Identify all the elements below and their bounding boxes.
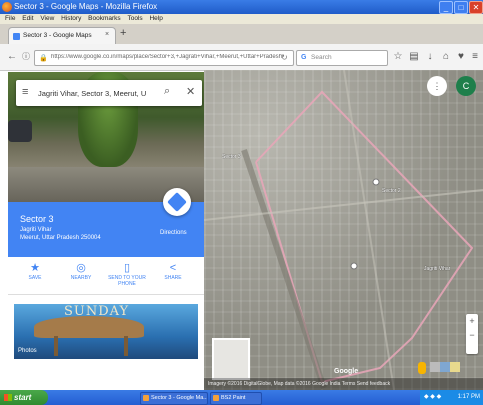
bookmark-star-icon[interactable]: ☆ xyxy=(392,51,404,63)
windows-flag-icon xyxy=(4,394,12,401)
place-name: Sector 3 xyxy=(20,214,54,224)
menu-view[interactable]: View xyxy=(40,15,54,22)
satellite-map[interactable]: Sector 3 Sector 2 Jagriti Vihar ⋮ C + − … xyxy=(204,70,483,390)
star-icon: ★ xyxy=(30,262,40,274)
action-row: ★ SAVE ◎ NEARBY ▯ SEND TO YOUR PHONE < S… xyxy=(8,258,204,298)
google-watermark: Google xyxy=(334,368,359,375)
system-tray: ◆ ◆ ◆ 1:17 PM xyxy=(420,390,483,405)
menu-history[interactable]: History xyxy=(61,15,81,22)
close-window-button[interactable]: ✕ xyxy=(469,1,483,14)
lock-icon: 🔒 xyxy=(39,55,48,62)
tab-strip: Sector 3 - Google Maps × xyxy=(0,24,483,45)
share-icon: < xyxy=(169,262,177,274)
share-label: SHARE xyxy=(164,275,182,281)
place-header: Sector 3 Jagriti Vihar Meerut, Uttar Pra… xyxy=(8,188,204,257)
reload-icon[interactable]: ↻ xyxy=(281,53,288,62)
photos-caption: Photos xyxy=(18,348,37,354)
hamburger-menu-icon[interactable]: ≡ xyxy=(469,51,481,63)
windows-taskbar: start Sector 3 - Google Ma... BS2 Paint … xyxy=(0,390,483,405)
tray-icons[interactable]: ◆ ◆ ◆ xyxy=(424,394,441,400)
maximize-button[interactable]: □ xyxy=(454,1,468,14)
navigation-toolbar: ← ⓘ 🔒 https://www.google.co.in/maps/plac… xyxy=(0,44,483,71)
google-maps-favicon-icon xyxy=(13,33,20,40)
sector-boundary xyxy=(255,90,474,384)
reading-list-icon[interactable]: ▤ xyxy=(408,51,420,63)
taskbar-item-paint[interactable]: BS2 Paint xyxy=(210,392,262,405)
pegman-icon[interactable] xyxy=(418,362,426,374)
directions-label[interactable]: Directions xyxy=(160,230,187,236)
menu-tools[interactable]: Tools xyxy=(127,15,142,22)
banner-hut-roof xyxy=(34,316,144,338)
send-to-phone-button[interactable]: ▯ SEND TO YOUR PHONE xyxy=(104,262,150,296)
imagery-tiles-strip[interactable] xyxy=(430,362,460,372)
url-text[interactable]: https://www.google.co.in/maps/place/Sect… xyxy=(51,54,283,60)
clock[interactable]: 1:17 PM xyxy=(458,390,480,405)
download-icon[interactable]: ↓ xyxy=(424,51,436,63)
search-engine-icon: G xyxy=(301,54,307,61)
directions-icon xyxy=(167,192,187,212)
main-road xyxy=(241,149,327,389)
account-avatar[interactable]: C xyxy=(456,76,476,96)
taskbar-item-firefox[interactable]: Sector 3 - Google Ma... xyxy=(140,392,208,405)
map-label-sector-3[interactable]: Sector 3 xyxy=(222,154,241,160)
minimize-button[interactable]: _ xyxy=(439,1,453,14)
road xyxy=(343,70,395,390)
zoom-in-button[interactable]: + xyxy=(466,314,478,328)
copyright-text: Imagery ©2016 DigitalGlobe, Map data ©20… xyxy=(208,381,391,387)
map-label-jagriti-vihar[interactable]: Jagriti Vihar xyxy=(424,266,450,272)
phone-icon: ▯ xyxy=(123,262,131,274)
map-pin xyxy=(372,178,380,186)
apps-grid-icon[interactable]: ⋮ xyxy=(427,76,447,96)
search-bar[interactable]: G Search xyxy=(296,50,388,66)
banner-hut-post xyxy=(124,336,128,356)
menu-help[interactable]: Help xyxy=(149,15,162,22)
nearby-label: NEARBY xyxy=(70,275,92,281)
window-title: Sector 3 - Google Maps - Mozilla Firefox xyxy=(14,2,158,11)
save-label: SAVE xyxy=(28,275,42,281)
window-title-bar: Sector 3 - Google Maps - Mozilla Firefox… xyxy=(0,0,483,14)
pocket-icon[interactable]: ♥ xyxy=(455,51,467,63)
info-icon[interactable]: ⓘ xyxy=(20,51,32,63)
search-icon[interactable]: ⌕ xyxy=(164,85,170,98)
clear-search-icon[interactable]: ✕ xyxy=(186,85,195,98)
send-to-phone-label: SEND TO YOUR PHONE xyxy=(108,275,146,287)
map-label-sector-2[interactable]: Sector 2 xyxy=(382,188,401,194)
menu-file[interactable]: File xyxy=(5,15,15,22)
nearby-button[interactable]: ◎ NEARBY xyxy=(58,262,104,296)
address-line-1: Jagriti Vihar xyxy=(20,227,52,233)
menu-bar: File Edit View History Bookmarks Tools H… xyxy=(0,14,483,24)
new-tab-button[interactable]: + xyxy=(120,27,130,39)
search-query[interactable]: Jagriti Vihar, Sector 3, Meerut, U xyxy=(38,89,158,98)
banner-text: SUNDAY xyxy=(64,304,130,319)
tab-google-maps[interactable]: Sector 3 - Google Maps × xyxy=(8,27,116,45)
banner-hut-post xyxy=(54,336,58,356)
tab-label: Sector 3 - Google Maps xyxy=(23,32,92,39)
menu-bookmarks[interactable]: Bookmarks xyxy=(88,15,121,22)
map-type-thumbnail[interactable] xyxy=(212,338,250,380)
back-button[interactable]: ← xyxy=(6,51,18,63)
photos-banner[interactable]: SUNDAY Photos xyxy=(14,304,198,359)
save-button[interactable]: ★ SAVE xyxy=(12,262,58,296)
map-copyright-bar: Imagery ©2016 DigitalGlobe, Map data ©20… xyxy=(204,378,483,390)
home-icon[interactable]: ⌂ xyxy=(440,51,452,63)
place-panel: ≡ Jagriti Vihar, Sector 3, Meerut, U ⌕ ✕… xyxy=(8,72,204,390)
close-tab-icon[interactable]: × xyxy=(105,31,109,38)
share-button[interactable]: < SHARE xyxy=(150,262,196,296)
menu-edit[interactable]: Edit xyxy=(22,15,33,22)
address-line-2: Meerut, Uttar Pradesh 250004 xyxy=(20,235,101,241)
firefox-icon xyxy=(2,2,12,12)
start-label: start xyxy=(14,393,32,402)
zoom-control: + − xyxy=(466,314,478,354)
zoom-out-button[interactable]: − xyxy=(466,328,478,342)
nearby-icon: ◎ xyxy=(76,262,86,274)
search-placeholder[interactable]: Search xyxy=(311,54,332,61)
start-button[interactable]: start xyxy=(0,390,48,405)
map-pin xyxy=(350,262,358,270)
divider xyxy=(8,294,204,295)
directions-button[interactable] xyxy=(163,188,191,216)
menu-icon[interactable]: ≡ xyxy=(22,86,28,98)
photo-car xyxy=(8,120,32,142)
maps-search-box[interactable]: ≡ Jagriti Vihar, Sector 3, Meerut, U ⌕ ✕ xyxy=(16,80,202,106)
url-bar[interactable]: 🔒 https://www.google.co.in/maps/place/Se… xyxy=(34,50,294,66)
